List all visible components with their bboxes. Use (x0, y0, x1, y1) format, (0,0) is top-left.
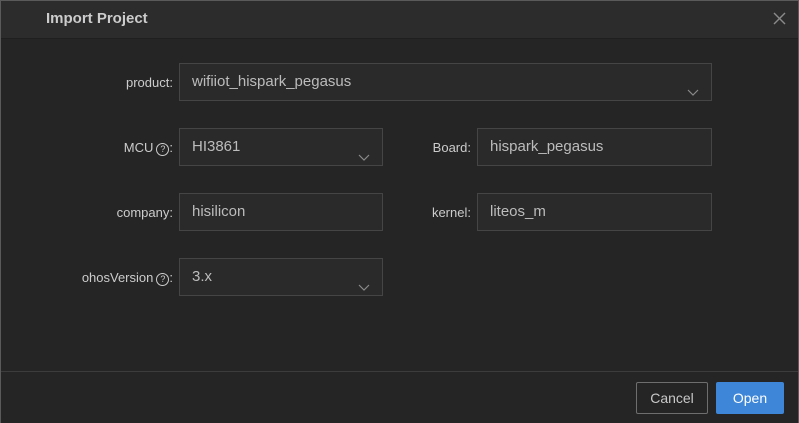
close-icon[interactable] (771, 9, 789, 27)
product-select[interactable]: wifiiot_hispark_pegasus (179, 63, 712, 101)
mcu-label-colon: : (169, 140, 173, 155)
company-value: hisilicon (192, 203, 246, 220)
product-value: wifiiot_hispark_pegasus (192, 73, 352, 90)
company-label-colon: : (169, 205, 173, 220)
board-label: Board: (381, 140, 471, 155)
import-project-dialog: Import Project product: wifiiot_hispark_… (0, 0, 799, 423)
company-label: company: (61, 205, 173, 220)
company-label-text: company (116, 205, 170, 220)
dialog-footer: Cancel Open (1, 371, 798, 423)
ohos-version-label-text: ohosVersion (81, 270, 154, 285)
chevron-down-icon (687, 76, 699, 96)
ohos-version-value: 3.x (192, 268, 213, 285)
mcu-select[interactable]: HI3861 (179, 128, 383, 166)
kernel-field[interactable]: liteos_m (477, 193, 712, 231)
kernel-label-colon: : (467, 205, 471, 220)
chevron-down-icon (358, 271, 370, 291)
ohos-version-select[interactable]: 3.x (179, 258, 383, 296)
product-label: product: (61, 75, 173, 90)
mcu-label-text: MCU (123, 140, 154, 155)
board-field[interactable]: hispark_pegasus (477, 128, 712, 166)
chevron-down-icon (358, 141, 370, 161)
help-icon[interactable]: ? (156, 273, 170, 286)
dialog-title: Import Project (46, 10, 148, 27)
ohos-version-label-colon: : (169, 270, 173, 285)
open-button[interactable]: Open (716, 382, 784, 414)
kernel-label-text: kernel (431, 205, 468, 220)
ohos-version-label: ohosVersion?: (41, 270, 173, 286)
mcu-value: HI3861 (192, 138, 241, 155)
dialog-body: product: wifiiot_hispark_pegasus MCU?: H… (1, 39, 798, 371)
company-field[interactable]: hisilicon (179, 193, 383, 231)
product-label-text: product (126, 75, 170, 90)
cancel-button[interactable]: Cancel (636, 382, 708, 414)
kernel-label: kernel: (381, 205, 471, 220)
dialog-titlebar: Import Project (1, 1, 798, 39)
board-label-colon: : (467, 140, 471, 155)
board-label-text: Board (432, 140, 468, 155)
help-icon[interactable]: ? (156, 143, 170, 156)
product-label-colon: : (169, 75, 173, 90)
kernel-value: liteos_m (490, 203, 546, 220)
board-value: hispark_pegasus (490, 138, 604, 155)
mcu-label: MCU?: (61, 140, 173, 156)
